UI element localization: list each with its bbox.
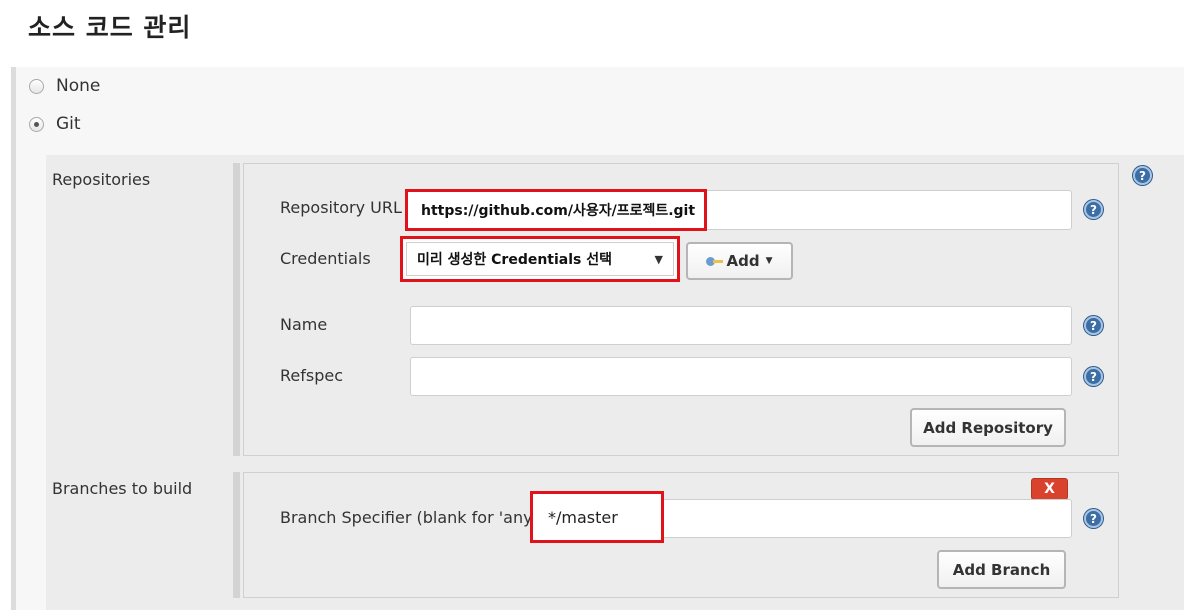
add-caret-down-icon: ▼	[765, 256, 773, 266]
repositories-label: Repositories	[52, 170, 151, 189]
credentials-highlight: 미리 생성한 Credentials 선택 ▼	[400, 236, 680, 282]
refspec-label: Refspec	[280, 366, 344, 385]
repositories-help-icon[interactable]: ?	[1133, 166, 1152, 185]
repository-url-highlight: https://github.com/사용자/프로젝트.git	[405, 189, 707, 231]
branch-specifier-label: Branch Specifier (blank for 'any')	[280, 508, 544, 527]
branches-label: Branches to build	[52, 479, 193, 498]
git-section-indent	[16, 141, 46, 610]
branch-specifier-highlight: */master	[530, 491, 664, 543]
repository-url-help-icon[interactable]: ?	[1084, 200, 1103, 219]
repository-url-label: Repository URL	[280, 198, 402, 217]
add-branch-button[interactable]: Add Branch	[937, 550, 1066, 589]
refspec-input[interactable]	[410, 357, 1072, 396]
delete-branch-button[interactable]: X	[1031, 478, 1068, 500]
radio-git[interactable]	[29, 116, 44, 132]
credentials-select[interactable]: 미리 생성한 Credentials 선택 ▼	[406, 242, 674, 276]
caret-down-icon: ▼	[654, 252, 663, 266]
section-title: 소스 코드 관리	[28, 13, 192, 42]
name-label: Name	[280, 315, 328, 334]
repositories-bar	[233, 163, 240, 456]
name-input[interactable]	[410, 306, 1072, 345]
add-credentials-label: Add	[726, 252, 760, 270]
add-repository-button[interactable]: Add Repository	[910, 408, 1066, 447]
delete-branch-label: X	[1044, 481, 1055, 497]
branches-bar	[233, 472, 240, 598]
branch-specifier-value: */master	[548, 507, 618, 527]
key-icon	[706, 256, 724, 266]
add-credentials-button[interactable]: Add ▼	[686, 242, 793, 280]
scm-option-git[interactable]: Git	[29, 114, 81, 134]
repository-url-value: https://github.com/사용자/프로젝트.git	[421, 203, 696, 219]
scm-option-none[interactable]: None	[29, 76, 100, 96]
branch-specifier-help-icon[interactable]: ?	[1084, 509, 1103, 528]
add-repository-label: Add Repository	[923, 418, 1053, 437]
scm-option-none-label: None	[56, 76, 101, 96]
scm-option-git-label: Git	[56, 114, 81, 134]
add-branch-label: Add Branch	[952, 560, 1051, 579]
credentials-label: Credentials	[280, 249, 371, 268]
refspec-help-icon[interactable]: ?	[1084, 367, 1103, 386]
radio-none[interactable]	[29, 78, 44, 94]
name-help-icon[interactable]: ?	[1084, 316, 1103, 335]
credentials-selected-value: 미리 생성한 Credentials 선택	[417, 252, 613, 268]
